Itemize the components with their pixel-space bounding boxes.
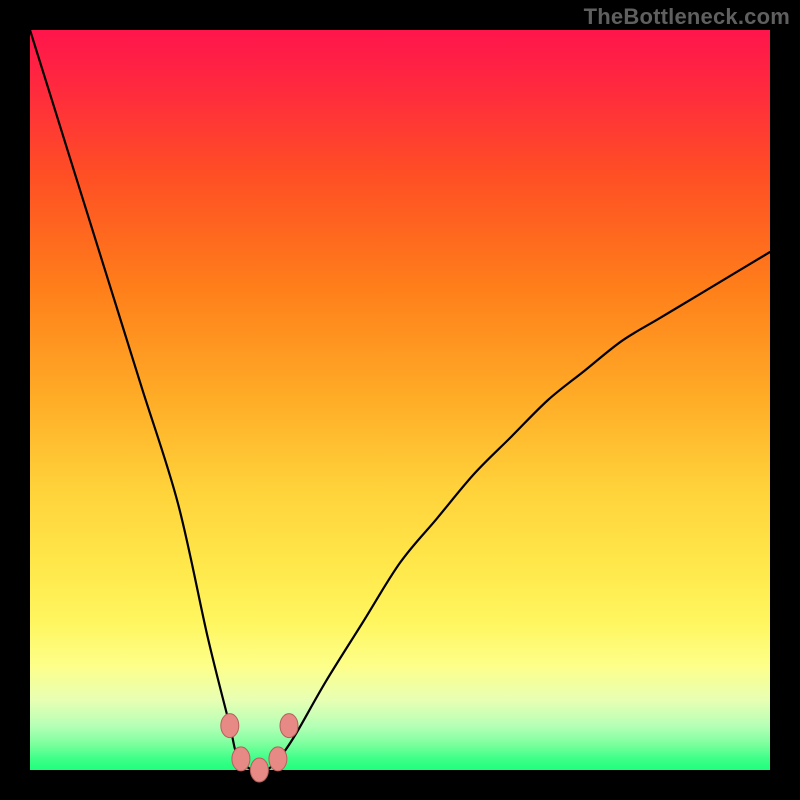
- watermark-text: TheBottleneck.com: [584, 4, 790, 30]
- marker-left-lower: [232, 747, 250, 771]
- plot-area: [30, 30, 770, 770]
- bottleneck-chart: [0, 0, 800, 800]
- marker-right-upper: [280, 714, 298, 738]
- chart-stage: TheBottleneck.com: [0, 0, 800, 800]
- marker-bottom-mid: [250, 758, 268, 782]
- marker-right-lower: [269, 747, 287, 771]
- marker-left-upper: [221, 714, 239, 738]
